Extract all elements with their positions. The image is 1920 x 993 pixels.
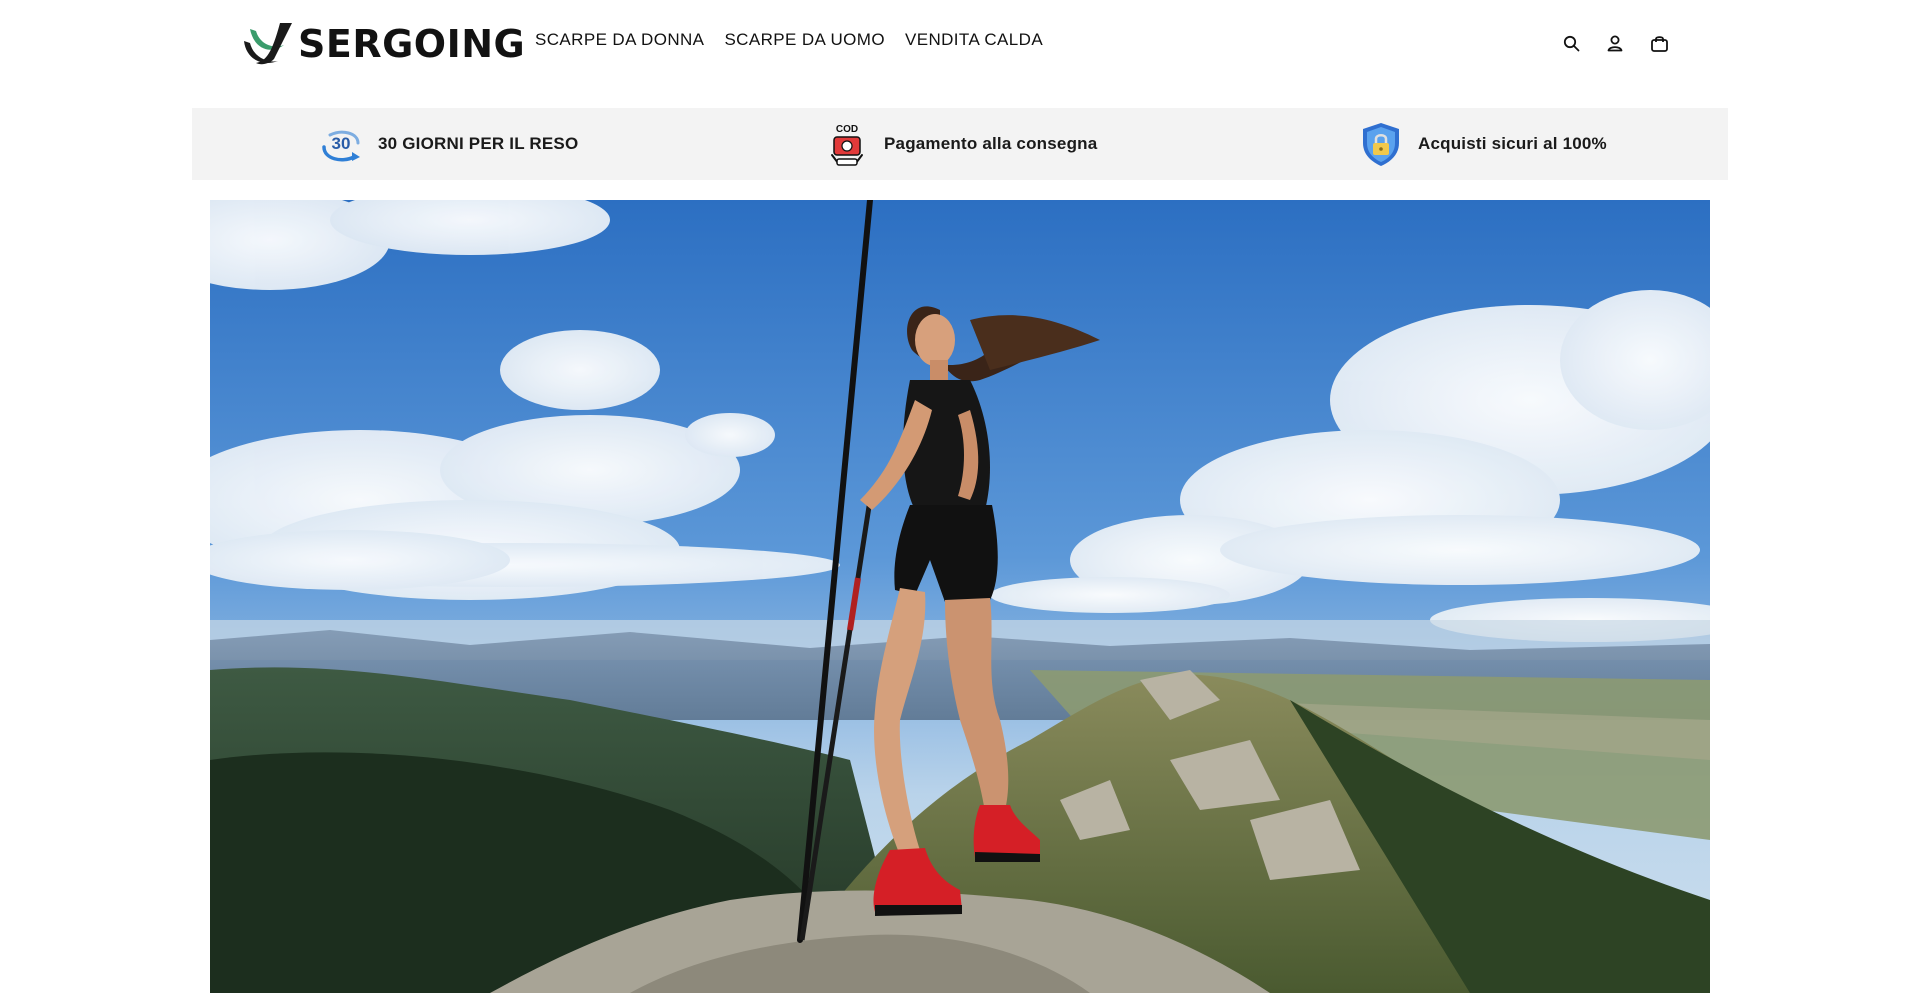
cod-badge-text: COD <box>836 124 858 135</box>
return-badge-number: 30 <box>332 134 351 153</box>
brand-logo[interactable]: SERGOING <box>240 18 525 70</box>
hero-banner[interactable] <box>210 200 1710 993</box>
trust-item-cod: COD Pagamento alla consegna <box>824 122 1097 166</box>
trust-item-returns: 30 30 GIORNI PER IL RESO <box>318 122 578 166</box>
trust-label-cod: Pagamento alla consegna <box>884 134 1098 153</box>
account-icon[interactable] <box>1604 32 1626 54</box>
30-day-return-icon: 30 <box>322 130 360 162</box>
secure-shield-icon <box>1363 123 1399 166</box>
trust-item-secure: Acquisti sicuri al 100% <box>1358 122 1607 166</box>
nav-item-men-shoes[interactable]: SCARPE DA UOMO <box>724 30 885 50</box>
brand-name: SERGOING <box>298 22 526 66</box>
logo-swoosh-icon <box>244 23 292 65</box>
nav-item-women-shoes[interactable]: SCARPE DA DONNA <box>535 30 704 50</box>
hero-image-hiker-summit <box>210 200 1710 993</box>
trust-label-returns: 30 GIORNI PER IL RESO <box>378 134 579 153</box>
search-icon[interactable] <box>1560 32 1582 54</box>
header-actions <box>1560 32 1670 54</box>
nav-item-hot-sale[interactable]: VENDITA CALDA <box>905 30 1043 50</box>
trust-label-secure: Acquisti sicuri al 100% <box>1418 134 1607 153</box>
site-header: SERGOING SCARPE DA DONNA SCARPE DA UOMO … <box>0 0 1920 88</box>
cart-icon[interactable] <box>1648 32 1670 54</box>
cash-on-delivery-icon: COD <box>831 124 863 166</box>
trust-bar: 30 30 GIORNI PER IL RESO COD Pagamento a… <box>192 108 1728 180</box>
main-nav: SCARPE DA DONNA SCARPE DA UOMO VENDITA C… <box>535 30 1043 50</box>
